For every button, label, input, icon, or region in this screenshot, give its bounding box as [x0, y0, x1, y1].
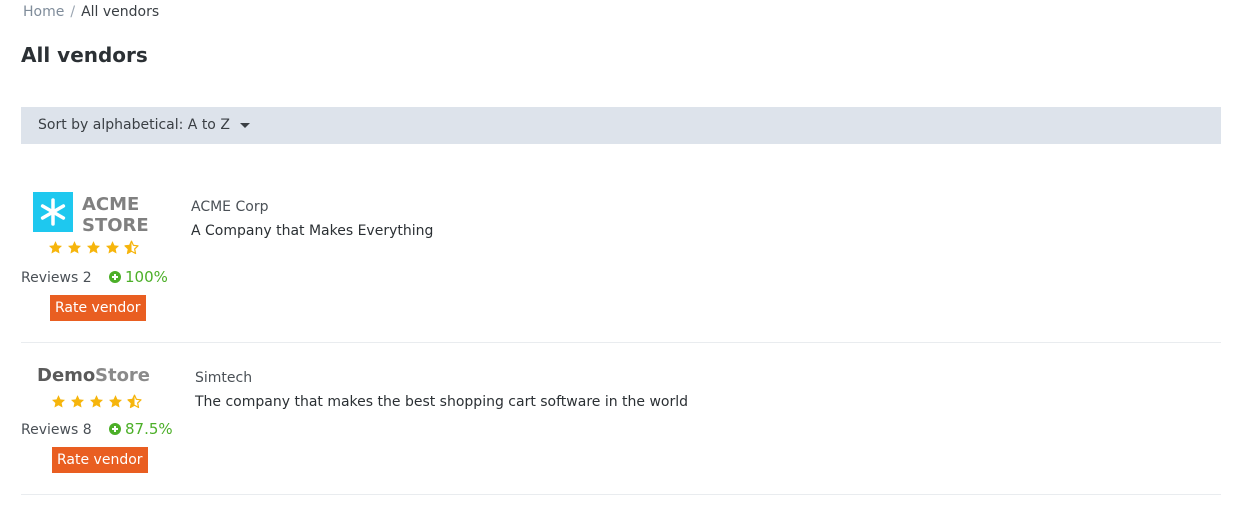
demo-logo-text-store: Store: [95, 365, 150, 386]
star-icon: [105, 241, 120, 254]
breadcrumb-home-link[interactable]: Home: [23, 4, 64, 20]
rating-stars: [51, 394, 142, 409]
vendor-description: A Company that Makes Everything: [191, 223, 434, 239]
vendor-description: The company that makes the best shopping…: [195, 394, 689, 410]
plus-circle-icon: [109, 271, 121, 283]
star-icon: [70, 395, 85, 408]
page-title: All vendors: [21, 43, 148, 67]
star-icon: [89, 395, 104, 408]
sort-bar: Sort by alphabetical: A to Z: [21, 107, 1221, 144]
star-icon: [48, 241, 63, 254]
demo-logo-text-demo: Demo: [37, 365, 95, 386]
breadcrumb: Home / All vendors: [23, 3, 159, 21]
star-icon: [67, 241, 82, 254]
rating-stars: [48, 240, 139, 255]
star-icon: [51, 395, 66, 408]
sort-label: Sort by alphabetical: A to Z: [38, 117, 230, 133]
caret-down-icon: [239, 123, 250, 128]
positive-percent: 87.5%: [125, 420, 173, 438]
positive-percent: 100%: [125, 268, 168, 286]
positive-rating: 87.5%: [109, 420, 173, 438]
sort-dropdown[interactable]: Sort by alphabetical: A to Z: [38, 116, 250, 135]
plus-circle-icon: [109, 423, 121, 435]
acme-logo-text-line2: STORE: [82, 215, 149, 233]
vendor-company-name[interactable]: Simtech: [195, 369, 252, 387]
vendor-logo[interactable]: ACME STORE: [32, 191, 154, 233]
rate-vendor-button[interactable]: Rate vendor: [52, 447, 148, 473]
acme-logo-text-line1: ACME: [82, 194, 139, 215]
star-half-icon: [124, 240, 139, 255]
star-icon: [86, 241, 101, 254]
breadcrumb-current: All vendors: [81, 4, 160, 20]
vendor-company-name[interactable]: ACME Corp: [191, 198, 268, 216]
vendor-item: ACME STORE Reviews 2 100% Rate vendor AC…: [21, 170, 1221, 343]
positive-rating: 100%: [109, 268, 168, 286]
vendor-item: Demo Store Reviews 8 87.5% Rate vendor S…: [21, 343, 1221, 495]
vendor-logo[interactable]: Demo Store: [35, 363, 157, 387]
reviews-count[interactable]: Reviews 2: [21, 269, 92, 287]
breadcrumb-separator: /: [70, 4, 76, 20]
star-icon: [108, 395, 123, 408]
star-half-icon: [127, 394, 142, 409]
reviews-count[interactable]: Reviews 8: [21, 421, 92, 439]
rate-vendor-button[interactable]: Rate vendor: [50, 295, 146, 321]
